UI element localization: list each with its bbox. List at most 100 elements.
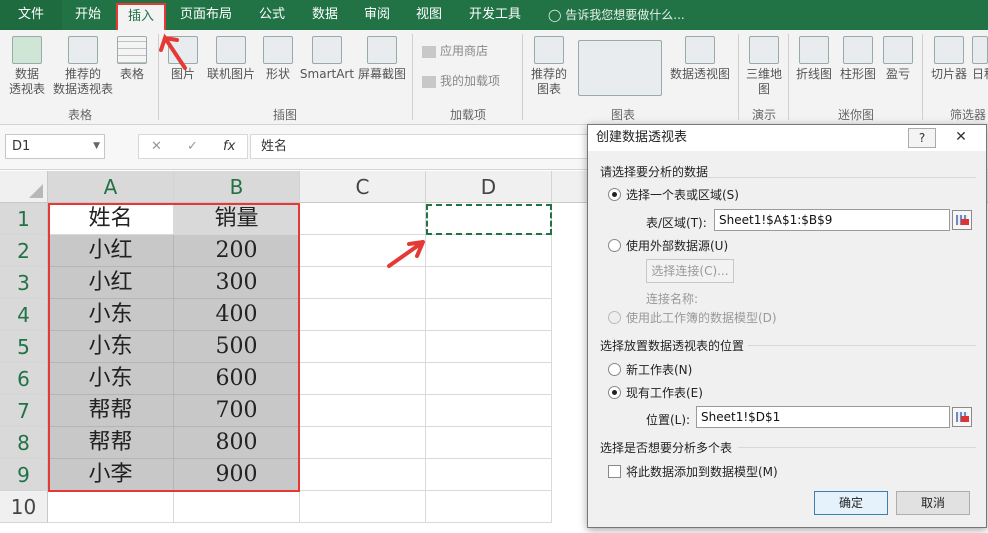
- sparkline-winloss-button[interactable]: 盈亏: [882, 36, 914, 82]
- 3d-map-button[interactable]: 三维地 图: [744, 36, 784, 97]
- slicer-button[interactable]: 切片器: [928, 36, 970, 82]
- tab-data[interactable]: 数据: [300, 0, 350, 30]
- column-header-c[interactable]: C: [300, 171, 426, 203]
- close-button[interactable]: ✕: [941, 128, 981, 148]
- cell-a6[interactable]: 小东: [48, 363, 174, 395]
- group-label-addins: 加载项: [449, 108, 486, 122]
- tab-page-layout[interactable]: 页面布局: [168, 0, 244, 30]
- cell-a9[interactable]: 小李: [48, 459, 174, 491]
- tab-review[interactable]: 审阅: [352, 0, 402, 30]
- row-header-7[interactable]: 7: [0, 395, 48, 427]
- radio-new-worksheet-label: 新工作表(N): [626, 363, 693, 377]
- pivot-table-label: 数据 透视表: [8, 67, 45, 96]
- column-d-cells[interactable]: [426, 203, 552, 523]
- recommended-pivot-button[interactable]: 推荐的 数据透视表: [50, 36, 116, 97]
- tab-formulas[interactable]: 公式: [246, 0, 298, 30]
- help-button[interactable]: ?: [908, 128, 936, 148]
- cell-b1[interactable]: 销量: [174, 203, 300, 235]
- cancel-button[interactable]: 取消: [896, 491, 970, 515]
- picture-button[interactable]: 图片: [166, 36, 200, 82]
- range-input[interactable]: Sheet1!$A$1:$B$9: [714, 209, 950, 231]
- tab-file[interactable]: 文件: [0, 0, 62, 30]
- cell-a10[interactable]: [48, 491, 174, 523]
- chart-types-gallery[interactable]: [574, 40, 666, 99]
- radio-select-range[interactable]: 选择一个表或区域(S): [608, 187, 739, 203]
- recommended-charts-button[interactable]: 推荐的 图表: [528, 36, 570, 97]
- row-header-1[interactable]: 1: [0, 203, 48, 235]
- cell-a4[interactable]: 小东: [48, 299, 174, 331]
- location-picker-icon[interactable]: [952, 407, 972, 427]
- radio-external-source[interactable]: 使用外部数据源(U): [608, 238, 728, 254]
- cell-a2[interactable]: 小红: [48, 235, 174, 267]
- tell-me-box[interactable]: ◯ 告诉我您想要做什么...: [548, 0, 685, 30]
- ok-button[interactable]: 确定: [814, 491, 888, 515]
- cell-b6[interactable]: 600: [174, 363, 300, 395]
- section-divider: [748, 345, 976, 346]
- tab-home[interactable]: 开始: [62, 0, 114, 30]
- cell-a5[interactable]: 小东: [48, 331, 174, 363]
- cell-b4[interactable]: 400: [174, 299, 300, 331]
- column-header-b[interactable]: B: [174, 171, 300, 203]
- sparkline-line-button[interactable]: 折线图: [794, 36, 834, 82]
- pivot-table-button[interactable]: 数据 透视表: [6, 36, 48, 97]
- cancel-icon[interactable]: ✕: [151, 135, 162, 158]
- shapes-label: 形状: [265, 67, 290, 81]
- screenshot-button[interactable]: 屏幕截图: [356, 36, 408, 82]
- row-header-2[interactable]: 2: [0, 235, 48, 267]
- radio-new-worksheet[interactable]: 新工作表(N): [608, 362, 692, 378]
- table-button[interactable]: 表格: [116, 36, 148, 82]
- cell-b3[interactable]: 300: [174, 267, 300, 299]
- column-header-a[interactable]: A: [48, 171, 174, 203]
- cell-b10[interactable]: [174, 491, 300, 523]
- location-input[interactable]: Sheet1!$D$1: [696, 406, 950, 428]
- cell-b8[interactable]: 800: [174, 427, 300, 459]
- smartart-button[interactable]: SmartArt: [298, 36, 356, 82]
- slicer-icon: [934, 36, 964, 64]
- shapes-button[interactable]: 形状: [262, 36, 294, 82]
- recommended-pivot-icon: [68, 36, 98, 64]
- chevron-down-icon[interactable]: ▼: [93, 135, 100, 158]
- column-c-cells[interactable]: [300, 203, 426, 523]
- choose-connection-button[interactable]: 选择连接(C)...: [646, 259, 734, 283]
- store-icon: [422, 45, 436, 58]
- cell-a7[interactable]: 帮帮: [48, 395, 174, 427]
- table-icon: [117, 36, 147, 64]
- row-header-10[interactable]: 10: [0, 491, 48, 523]
- cell-a3[interactable]: 小红: [48, 267, 174, 299]
- enter-icon[interactable]: ✓: [187, 135, 198, 158]
- row-header-5[interactable]: 5: [0, 331, 48, 363]
- tab-insert[interactable]: 插入: [116, 3, 166, 30]
- cell-b5[interactable]: 500: [174, 331, 300, 363]
- row-header-3[interactable]: 3: [0, 267, 48, 299]
- group-separator: [412, 34, 413, 120]
- pivot-chart-button[interactable]: 数据透视图: [668, 36, 732, 82]
- insert-function-icon[interactable]: fx: [223, 135, 235, 158]
- store-button[interactable]: 应用商店: [422, 42, 488, 60]
- pivot-chart-icon: [685, 36, 715, 64]
- online-picture-button[interactable]: 联机图片: [204, 36, 258, 82]
- cell-a8[interactable]: 帮帮: [48, 427, 174, 459]
- radio-data-model[interactable]: 使用此工作簿的数据模型(D): [608, 310, 777, 326]
- add-to-model-checkbox[interactable]: 将此数据添加到数据模型(M): [608, 463, 778, 480]
- radio-existing-worksheet[interactable]: 现有工作表(E): [608, 385, 703, 401]
- cell-b7[interactable]: 700: [174, 395, 300, 427]
- range-picker-icon[interactable]: [952, 210, 972, 230]
- timeline-button[interactable]: 日程: [972, 36, 988, 82]
- radio-unselected-icon: [608, 239, 621, 252]
- cell-b2[interactable]: 200: [174, 235, 300, 267]
- row-header-4[interactable]: 4: [0, 299, 48, 331]
- row-header-6[interactable]: 6: [0, 363, 48, 395]
- my-addins-button[interactable]: 我的加载项: [422, 72, 500, 90]
- column-header-d[interactable]: D: [426, 171, 552, 203]
- 3d-map-icon: [749, 36, 779, 64]
- row-header-9[interactable]: 9: [0, 459, 48, 491]
- row-header-8[interactable]: 8: [0, 427, 48, 459]
- tab-view[interactable]: 视图: [404, 0, 454, 30]
- tab-developer[interactable]: 开发工具: [456, 0, 534, 30]
- cell-a1[interactable]: 姓名: [48, 203, 174, 235]
- sparkline-column-button[interactable]: 柱形图: [838, 36, 878, 82]
- select-all-button[interactable]: [0, 171, 48, 203]
- name-box[interactable]: D1 ▼: [5, 134, 105, 159]
- formula-input[interactable]: 姓名: [250, 134, 590, 159]
- cell-b9[interactable]: 900: [174, 459, 300, 491]
